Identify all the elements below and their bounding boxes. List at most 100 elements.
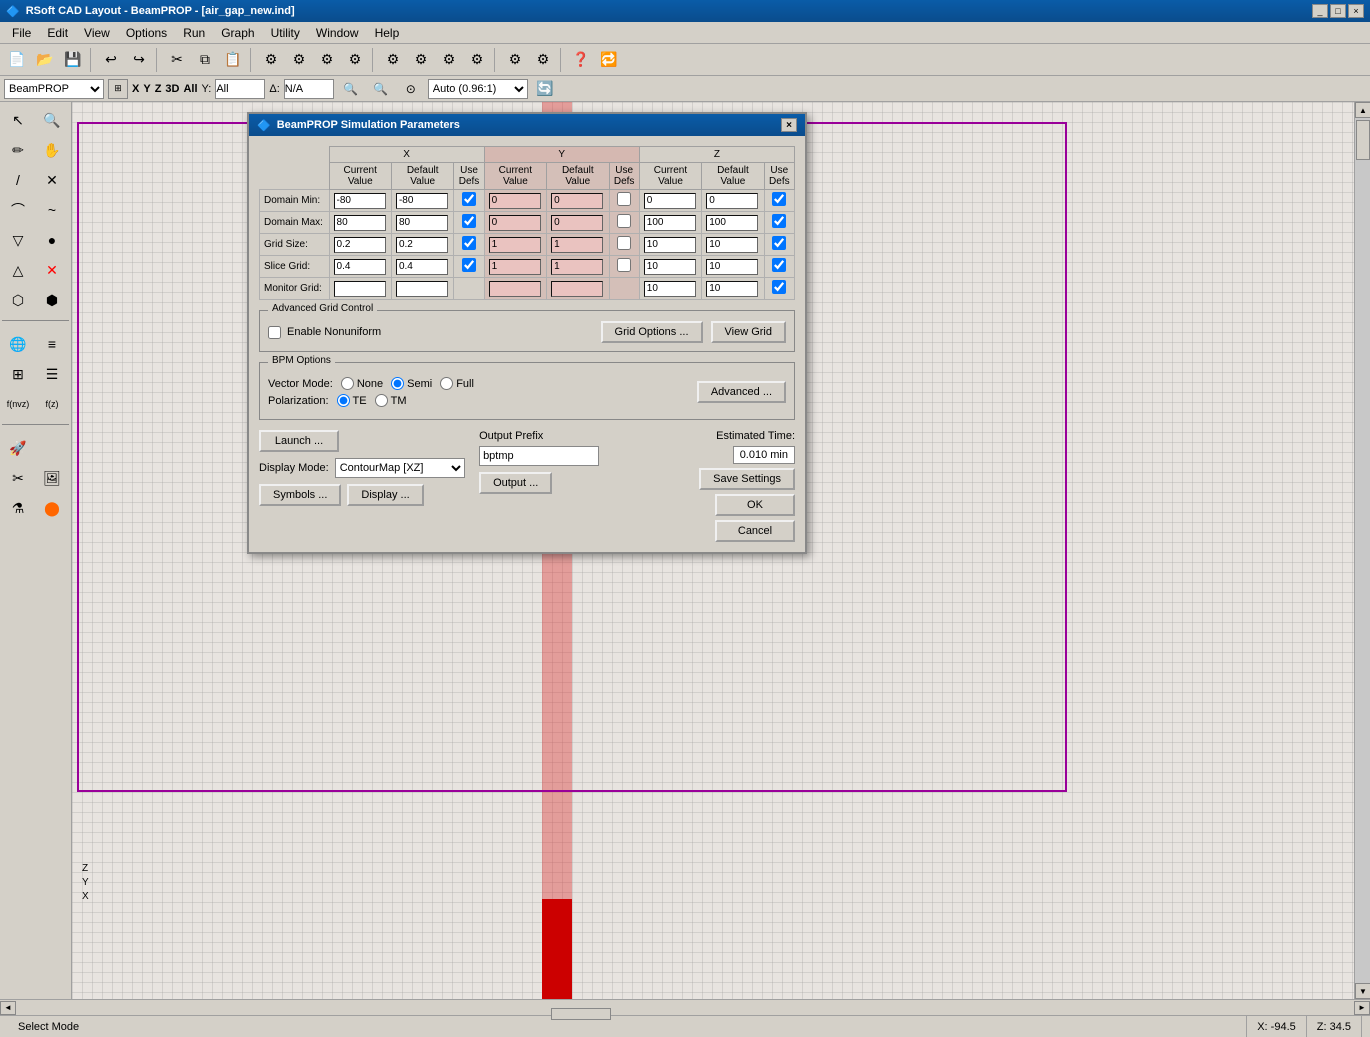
grid-size-z-default[interactable] — [706, 237, 758, 253]
wave-tool[interactable]: ~ — [36, 196, 68, 224]
display-button[interactable]: Display ... — [347, 484, 423, 506]
save-button[interactable]: 💾 — [60, 48, 86, 72]
grid-size-y-current[interactable] — [489, 237, 541, 253]
rect-tool[interactable]: ▽ — [2, 226, 34, 254]
grid-size-y-default[interactable] — [551, 237, 603, 253]
domain-max-x-current[interactable] — [334, 215, 386, 231]
text-tool[interactable]: ≡ — [36, 330, 68, 358]
scissors-tool[interactable]: ✂ — [2, 464, 34, 492]
tm-option[interactable]: TM — [375, 394, 407, 407]
na-input[interactable] — [284, 79, 334, 99]
domain-min-x-use[interactable] — [462, 192, 476, 206]
domain-min-y-use[interactable] — [617, 192, 631, 206]
domain-max-y-current[interactable] — [489, 215, 541, 231]
domain-max-z-current[interactable] — [644, 215, 696, 231]
refresh-btn[interactable]: 🔄 — [532, 77, 558, 101]
vector-none-option[interactable]: None — [341, 377, 383, 390]
domain-max-y-use[interactable] — [617, 214, 631, 228]
undo-button[interactable]: ↩ — [98, 48, 124, 72]
domain-min-y-default[interactable] — [551, 193, 603, 209]
scroll-thumb[interactable] — [1356, 120, 1370, 160]
output-prefix-input[interactable] — [479, 446, 599, 466]
zoom-fit-btn[interactable]: ⊙ — [398, 77, 424, 101]
redx-tool[interactable]: ✕ — [36, 256, 68, 284]
component-dropdown[interactable]: BeamPROP — [4, 79, 104, 99]
tool10-button[interactable]: ⚙ — [530, 48, 556, 72]
grid-tool[interactable]: ⊞ — [2, 360, 34, 388]
draw-tool[interactable]: ✏ — [2, 136, 34, 164]
shape1-tool[interactable]: ⬡ — [2, 286, 34, 314]
slice-grid-x-default[interactable] — [396, 259, 448, 275]
tool2-button[interactable]: ⚙ — [286, 48, 312, 72]
domain-min-x-current[interactable] — [334, 193, 386, 209]
simulation-parameters-dialog[interactable]: 🔷 BeamPROP Simulation Parameters × X Y — [247, 112, 807, 554]
minimize-button[interactable]: _ — [1312, 4, 1328, 18]
image-tool[interactable]: 🖼 — [36, 464, 68, 492]
grid-ref-btn[interactable]: ⊞ — [108, 79, 128, 99]
help-button[interactable]: ❓ — [568, 48, 594, 72]
te-option[interactable]: TE — [337, 394, 367, 407]
rocket-tool[interactable]: 🚀 — [2, 434, 34, 462]
tool1-button[interactable]: ⚙ — [258, 48, 284, 72]
grid-size-z-current[interactable] — [644, 237, 696, 253]
sim-button[interactable]: 🔁 — [596, 48, 622, 72]
scroll-left-button[interactable]: ◄ — [0, 1001, 16, 1015]
menu-graph[interactable]: Graph — [213, 24, 262, 42]
slice-grid-x-use[interactable] — [462, 258, 476, 272]
monitor-grid-x-current[interactable] — [334, 281, 386, 297]
slice-grid-y-use[interactable] — [617, 258, 631, 272]
globe-tool[interactable]: 🌐 — [2, 330, 34, 358]
grid-size-x-use[interactable] — [462, 236, 476, 250]
pan-tool[interactable]: ✋ — [36, 136, 68, 164]
enable-nonuniform-checkbox[interactable] — [268, 326, 281, 339]
list-tool[interactable]: ☰ — [36, 360, 68, 388]
slice-grid-y-current[interactable] — [489, 259, 541, 275]
triangle-tool[interactable]: △ — [2, 256, 34, 284]
zoom-tool[interactable]: 🔍 — [36, 106, 68, 134]
monitor-grid-z-default[interactable] — [706, 281, 758, 297]
slice-grid-z-default[interactable] — [706, 259, 758, 275]
monitor-grid-z-use[interactable] — [772, 280, 786, 294]
launch-button[interactable]: Launch ... — [259, 430, 339, 452]
paste-button[interactable]: 📋 — [220, 48, 246, 72]
line-tool[interactable]: / — [2, 166, 34, 194]
zoom-out-btn[interactable]: 🔍 — [338, 77, 364, 101]
tool5-button[interactable]: ⚙ — [380, 48, 406, 72]
vertical-scrollbar[interactable]: ▲ ▼ — [1354, 102, 1370, 999]
tool9-button[interactable]: ⚙ — [502, 48, 528, 72]
view-grid-button[interactable]: View Grid — [711, 321, 786, 343]
menu-run[interactable]: Run — [175, 24, 213, 42]
close-button[interactable]: × — [1348, 4, 1364, 18]
domain-min-y-current[interactable] — [489, 193, 541, 209]
monitor-grid-x-default[interactable] — [396, 281, 448, 297]
select-tool[interactable]: ↖ — [2, 106, 34, 134]
menu-file[interactable]: File — [4, 24, 39, 42]
output-button[interactable]: Output ... — [479, 472, 552, 494]
display-mode-dropdown[interactable]: ContourMap [XZ] ContourMap [XY] Profile — [335, 458, 465, 478]
func-tool[interactable]: f(nvz) — [2, 390, 34, 418]
domain-max-x-default[interactable] — [396, 215, 448, 231]
slice-grid-z-current[interactable] — [644, 259, 696, 275]
hscroll-thumb[interactable] — [551, 1008, 611, 1020]
slice-grid-y-default[interactable] — [551, 259, 603, 275]
ok-button[interactable]: OK — [715, 494, 795, 516]
beaker-tool[interactable]: ⚗ — [2, 494, 34, 522]
open-button[interactable]: 📂 — [32, 48, 58, 72]
scroll-up-button[interactable]: ▲ — [1355, 102, 1370, 118]
menu-help[interactable]: Help — [367, 24, 408, 42]
horizontal-scrollbar[interactable]: ◄ ► — [0, 999, 1370, 1015]
menu-utility[interactable]: Utility — [263, 24, 308, 42]
new-button[interactable]: 📄 — [4, 48, 30, 72]
slice-grid-z-use[interactable] — [772, 258, 786, 272]
domain-min-z-current[interactable] — [644, 193, 696, 209]
domain-min-z-use[interactable] — [772, 192, 786, 206]
zoom-dropdown[interactable]: Auto (0.96:1) — [428, 79, 528, 99]
grid-size-x-current[interactable] — [334, 237, 386, 253]
grid-size-z-use[interactable] — [772, 236, 786, 250]
tool4-button[interactable]: ⚙ — [342, 48, 368, 72]
domain-min-z-default[interactable] — [706, 193, 758, 209]
symbols-button[interactable]: Symbols ... — [259, 484, 341, 506]
zoom-in-btn[interactable]: 🔍 — [368, 77, 394, 101]
slice-grid-x-current[interactable] — [334, 259, 386, 275]
cut-button[interactable]: ✂ — [164, 48, 190, 72]
